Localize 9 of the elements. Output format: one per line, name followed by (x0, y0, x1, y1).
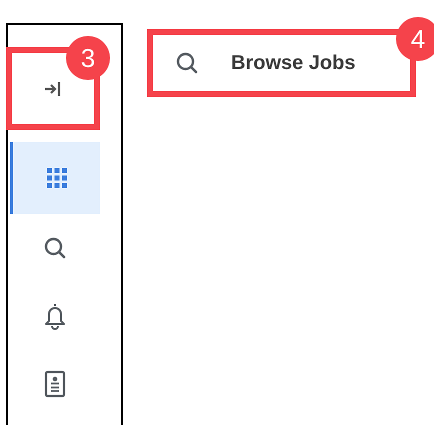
bell-icon (43, 302, 67, 330)
browse-jobs-link[interactable]: Browse Jobs (231, 52, 356, 74)
annotation-badge: 3 (66, 36, 110, 80)
sidebar-item[interactable] (10, 142, 100, 214)
grid-icon (46, 167, 68, 189)
search-icon (175, 51, 199, 75)
search-icon (43, 236, 67, 260)
badge-icon (44, 370, 66, 398)
annotation-badge: 4 (396, 17, 434, 61)
